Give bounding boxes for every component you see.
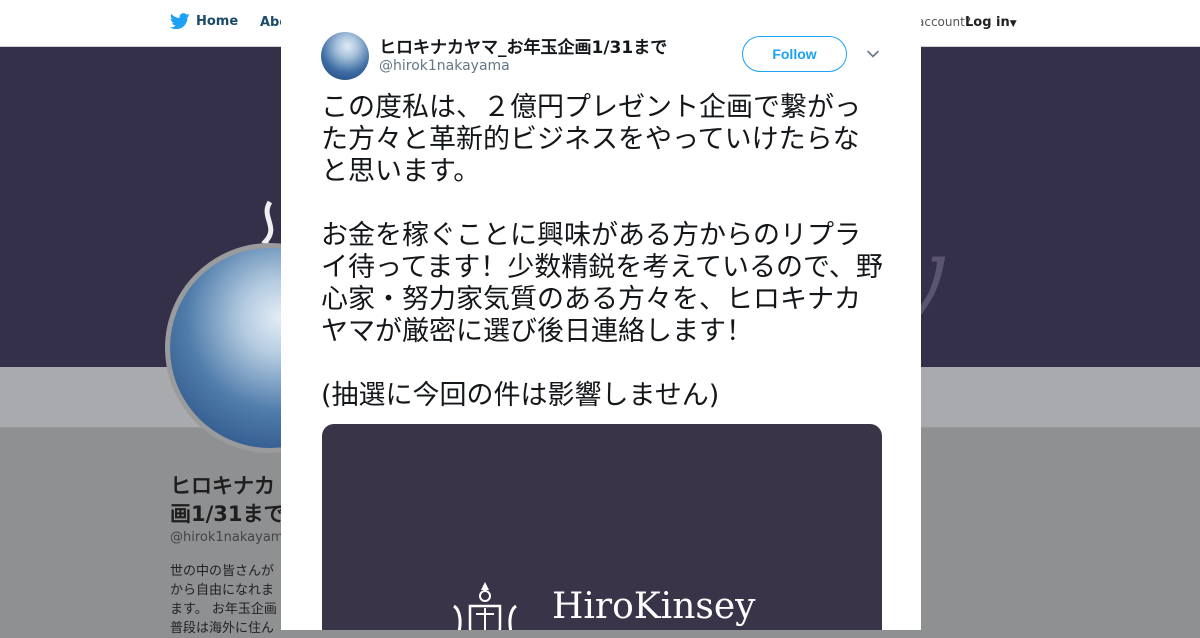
- profile-name-line: ヒロキナカ: [170, 474, 275, 498]
- nav-account-text: account?: [917, 15, 972, 29]
- nav-login-link[interactable]: Log in▼: [965, 15, 1017, 30]
- bio-line: 普段は海外に住ん: [170, 621, 275, 636]
- nav-home-link[interactable]: Home: [170, 13, 238, 30]
- author-avatar[interactable]: [321, 32, 369, 80]
- follow-button[interactable]: Follow: [742, 36, 847, 72]
- chevron-down-icon[interactable]: [865, 46, 881, 62]
- close-icon[interactable]: [1154, 12, 1178, 36]
- nav-home-label: Home: [196, 14, 239, 29]
- bio-line: 世の中の皆さんが: [170, 564, 275, 579]
- bio-line: ます。 お年玉企画: [170, 602, 277, 617]
- tweet-media-image[interactable]: HiroKinsey: [322, 424, 882, 630]
- media-brand-text: HiroKinsey: [552, 586, 756, 627]
- tweet-text: この度私は、２億円プレゼント企画で繋がった方々と革新的ビジネスをやっていけたらな…: [321, 92, 883, 411]
- bio-line: から自由になれま: [170, 583, 275, 598]
- twitter-bird-icon: [170, 13, 190, 30]
- profile-name-line: 画1/31まで: [170, 502, 285, 526]
- tweet-modal: ヒロキナカヤマ_お年玉企画1/31まで @hirok1nakayama Foll…: [281, 0, 921, 630]
- login-label: Log in: [965, 15, 1010, 30]
- author-handle[interactable]: @hirok1nakayama: [379, 58, 510, 74]
- author-name[interactable]: ヒロキナカヤマ_お年玉企画1/31まで: [379, 33, 667, 58]
- profile-handle: @hirok1nakayam: [170, 530, 284, 545]
- login-caret-icon: ▼: [1009, 19, 1017, 29]
- crest-logo-icon: [453, 582, 517, 630]
- profile-name: ヒロキナカ 画1/31まで: [170, 472, 285, 528]
- profile-bio: 世の中の皆さんが から自由になれま ます。 お年玉企画 普段は海外に住ん: [170, 562, 277, 638]
